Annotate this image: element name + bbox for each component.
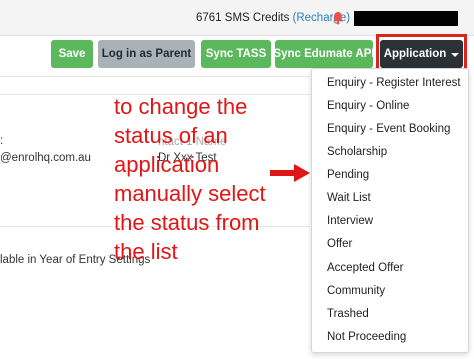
menu-item-interview[interactable]: Interview: [327, 215, 373, 227]
menu-item-community[interactable]: Community: [327, 285, 385, 297]
menu-item-pending[interactable]: Pending: [327, 169, 369, 181]
application-dropdown-button[interactable]: Application: [380, 40, 463, 68]
menu-item-accepted-offer[interactable]: Accepted Offer: [327, 262, 404, 274]
bell-icon[interactable]: [332, 11, 344, 25]
annotation-line: the status from: [114, 210, 260, 235]
caret-down-icon: [451, 52, 460, 57]
menu-item-enquiry-register-interest[interactable]: Enquiry - Register Interest: [327, 77, 461, 89]
menu-item-wait-list[interactable]: Wait List: [327, 192, 371, 204]
menu-item-trashed[interactable]: Trashed: [327, 308, 369, 320]
sms-credits-text: 6761 SMS Credits: [196, 12, 290, 24]
right-arrow-icon: [270, 164, 310, 182]
divider: [0, 76, 310, 77]
menu-item-enquiry-online[interactable]: Enquiry - Online: [327, 100, 409, 112]
top-bar: 6761 SMS Credits (Recharge): [0, 0, 474, 36]
save-button[interactable]: Save: [51, 40, 93, 68]
redacted-user-name: [354, 11, 458, 26]
annotation-line: manually select: [114, 181, 266, 206]
menu-item-scholarship[interactable]: Scholarship: [327, 146, 387, 158]
email-value: @enrolhq.com.au: [0, 152, 91, 164]
sync-tass-button[interactable]: Sync TASS: [201, 40, 271, 68]
application-button-label: Application: [383, 48, 447, 60]
application-page: 6761 SMS Credits (Recharge) Save Log in …: [0, 0, 474, 359]
annotation-line: status of an: [114, 123, 228, 148]
sync-edumate-api-button[interactable]: Sync Edumate API: [273, 40, 375, 68]
menu-item-offer[interactable]: Offer: [327, 238, 352, 250]
menu-item-enquiry-event-booking[interactable]: Enquiry - Event Booking: [327, 123, 450, 135]
annotation-line: to change the: [114, 94, 248, 119]
menu-item-not-proceeding[interactable]: Not Proceeding: [327, 331, 406, 343]
annotation-line: the list: [114, 239, 178, 264]
field-label: :: [0, 135, 4, 147]
application-status-dropdown: Enquiry - Register Interest Enquiry - On…: [311, 68, 469, 353]
log-in-as-parent-button[interactable]: Log in as Parent: [98, 40, 195, 68]
sms-credits: 6761 SMS Credits (Recharge): [196, 12, 350, 24]
